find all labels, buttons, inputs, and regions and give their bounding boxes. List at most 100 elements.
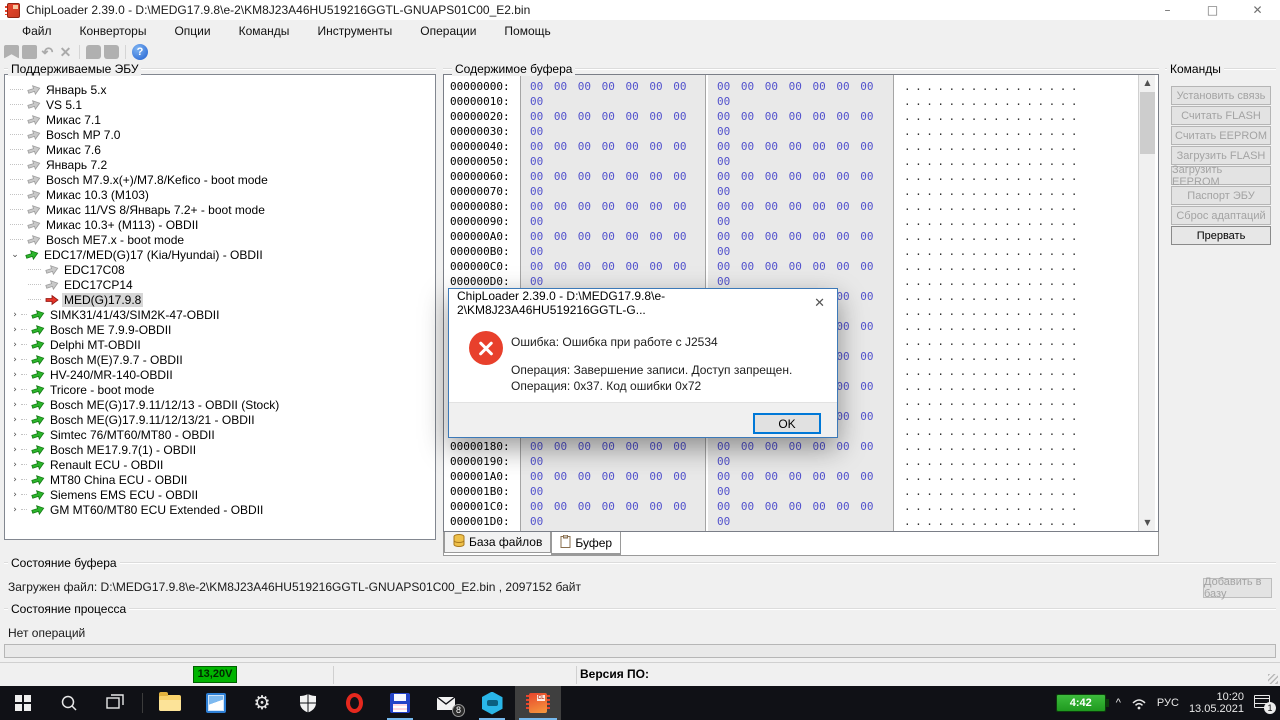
tree-item[interactable]: EDC17CP14	[5, 277, 435, 292]
tree-item[interactable]: ›SIMK31/41/43/SIM2K-47-OBDII	[5, 307, 435, 322]
clock[interactable]: 10:20 13.05.2021	[1189, 691, 1244, 715]
tree-item[interactable]: ›Bosch M(E)7.9.7 - OBDII	[5, 352, 435, 367]
tree-item[interactable]: VS 5.1	[5, 97, 435, 112]
paste-icon[interactable]	[104, 45, 119, 59]
ok-button[interactable]: OK	[753, 413, 821, 434]
tree-item[interactable]: ›HV-240/MR-140-OBDII	[5, 367, 435, 382]
hex-scrollbar[interactable]: ▲ ▼	[1138, 75, 1155, 531]
scroll-thumb[interactable]	[1140, 92, 1155, 154]
command-button-загрузить-flash[interactable]: Загрузить FLASH	[1171, 146, 1271, 165]
command-button-сброс-адаптаций[interactable]: Сброс адаптаций	[1171, 206, 1271, 225]
command-button-загрузить-eeprom[interactable]: Загрузить EEPROM	[1171, 166, 1271, 185]
chevron-collapsed-icon[interactable]: ›	[9, 310, 21, 320]
tree-item[interactable]: ›Bosch ME(G)17.9.11/12/13 - OBDII (Stock…	[5, 397, 435, 412]
command-button-считать-flash[interactable]: Считать FLASH	[1171, 106, 1271, 125]
command-button-прервать[interactable]: Прервать	[1171, 226, 1271, 245]
minimize-button[interactable]: –	[1145, 0, 1190, 20]
chevron-collapsed-icon[interactable]: ›	[9, 400, 21, 410]
cut-icon[interactable]: ✕	[58, 45, 73, 59]
add-to-db-button[interactable]: Добавить в базу	[1203, 578, 1272, 598]
menu-item-2[interactable]: Конверторы	[66, 21, 161, 41]
undo-icon[interactable]: ↶	[40, 45, 55, 59]
tree-item[interactable]: ›GM MT60/MT80 ECU Extended - OBDII	[5, 502, 435, 517]
open-icon[interactable]	[4, 45, 19, 59]
tree-item[interactable]: ›Bosch ME17.9.7(1) - OBDII	[5, 442, 435, 457]
photos-app-icon[interactable]	[193, 686, 239, 720]
tree-item[interactable]: ›Bosch ME 7.9.9-OBDII	[5, 322, 435, 337]
command-button-считать-eeprom[interactable]: Считать EEPROM	[1171, 126, 1271, 145]
chevron-expanded-icon[interactable]: ⌄	[9, 250, 21, 260]
scroll-up-arrow[interactable]: ▲	[1139, 75, 1156, 91]
chevron-collapsed-icon[interactable]: ›	[9, 340, 21, 350]
tree-item[interactable]: ⌄EDC17/MED(G)17 (Kia/Hyundai) - OBDII	[5, 247, 435, 262]
search-button[interactable]	[46, 686, 92, 720]
tree-item[interactable]: Bosch ME7.x - boot mode	[5, 232, 435, 247]
chevron-collapsed-icon[interactable]: ›	[9, 445, 21, 455]
floppy-app-icon[interactable]	[377, 686, 423, 720]
settings-icon[interactable]: ⚙	[239, 686, 285, 720]
tree-item-selected[interactable]: MED(G)17.9.8	[5, 292, 435, 307]
gray-arrow-icon	[23, 234, 44, 246]
command-button-установить-связь[interactable]: Установить связь	[1171, 86, 1271, 105]
tree-item[interactable]: Январь 5.x	[5, 82, 435, 97]
command-button-паспорт-эбу[interactable]: Паспорт ЭБУ	[1171, 186, 1271, 205]
chevron-collapsed-icon[interactable]: ›	[9, 370, 21, 380]
tree-item[interactable]: Микас 10.3+ (M113) - OBDII	[5, 217, 435, 232]
tree-item[interactable]: ›Siemens EMS ECU - OBDII	[5, 487, 435, 502]
chiploader-icon[interactable]: CL	[515, 686, 561, 720]
resize-grip[interactable]	[1268, 674, 1278, 684]
help-icon[interactable]: ?	[132, 44, 148, 60]
tree-item[interactable]: Микас 11/VS 8/Январь 7.2+ - boot mode	[5, 202, 435, 217]
battery-timer-badge[interactable]: 4:42	[1056, 694, 1106, 712]
hex-car-app-icon[interactable]	[469, 686, 515, 720]
opera-icon[interactable]	[331, 686, 377, 720]
tree-item[interactable]: Микас 7.6	[5, 142, 435, 157]
chevron-collapsed-icon[interactable]: ›	[9, 490, 21, 500]
menu-item-6[interactable]: Операции	[406, 21, 490, 41]
scroll-down-arrow[interactable]: ▼	[1139, 515, 1156, 531]
defender-icon[interactable]	[285, 686, 331, 720]
menu-item-7[interactable]: Помощь	[490, 21, 564, 41]
dialog-close-icon[interactable]: ✕	[802, 289, 837, 317]
tab-buffer[interactable]: Буфер	[551, 532, 621, 555]
gray-arrow-icon	[41, 264, 62, 276]
hex-ascii-column: ........................................…	[894, 75, 1138, 531]
tree-item[interactable]: Январь 7.2	[5, 157, 435, 172]
menu-item-3[interactable]: Опции	[160, 21, 224, 41]
chevron-collapsed-icon[interactable]: ›	[9, 505, 21, 515]
chevron-collapsed-icon[interactable]: ›	[9, 415, 21, 425]
tree-item[interactable]: ›MT80 China ECU - OBDII	[5, 472, 435, 487]
chevron-collapsed-icon[interactable]: ›	[9, 385, 21, 395]
tree-item[interactable]: Микас 10.3 (M103)	[5, 187, 435, 202]
menu-item-5[interactable]: Инструменты	[303, 21, 406, 41]
tree-item[interactable]: EDC17C08	[5, 262, 435, 277]
save-icon[interactable]	[22, 45, 37, 59]
start-button[interactable]	[0, 686, 46, 720]
maximize-button[interactable]: □	[1190, 0, 1235, 20]
chevron-collapsed-icon[interactable]: ›	[9, 460, 21, 470]
mail-icon[interactable]: 8	[423, 686, 469, 720]
chevron-collapsed-icon[interactable]: ›	[9, 430, 21, 440]
tree-item[interactable]: ›Delphi MT-OBDII	[5, 337, 435, 352]
chevron-collapsed-icon[interactable]: ›	[9, 325, 21, 335]
tree-item[interactable]: Микас 7.1	[5, 112, 435, 127]
menu-item-1[interactable]: Файл	[8, 21, 66, 41]
tree-item[interactable]: Bosch MP 7.0	[5, 127, 435, 142]
file-explorer-icon[interactable]	[147, 686, 193, 720]
tree-item[interactable]: ›Simtec 76/MT60/MT80 - OBDII	[5, 427, 435, 442]
wifi-icon[interactable]	[1131, 696, 1147, 710]
tree-item[interactable]: ›Renault ECU - OBDII	[5, 457, 435, 472]
tree-item[interactable]: ›Tricore - boot mode	[5, 382, 435, 397]
tab-file-db[interactable]: База файлов	[444, 532, 551, 553]
chevron-up-icon[interactable]: ^	[1116, 697, 1121, 709]
notification-center-icon[interactable]: 1	[1254, 695, 1272, 711]
language-indicator[interactable]: РУС	[1157, 697, 1179, 709]
menu-item-4[interactable]: Команды	[225, 21, 304, 41]
copy-icon[interactable]	[86, 45, 101, 59]
chevron-collapsed-icon[interactable]: ›	[9, 355, 21, 365]
tree-item[interactable]: Bosch M7.9.x(+)/M7.8/Kefico - boot mode	[5, 172, 435, 187]
task-view-button[interactable]	[92, 686, 138, 720]
chevron-collapsed-icon[interactable]: ›	[9, 475, 21, 485]
tree-item[interactable]: ›Bosch ME(G)17.9.11/12/13/21 - OBDII	[5, 412, 435, 427]
close-button[interactable]: ✕	[1235, 0, 1280, 20]
